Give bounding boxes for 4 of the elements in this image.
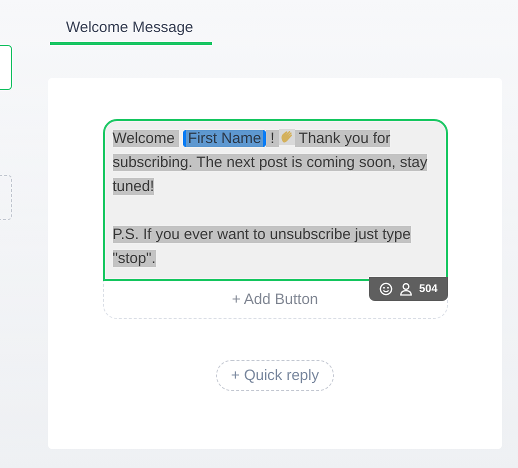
message-text: Welcome xyxy=(112,130,179,147)
subscriber-count: 504 xyxy=(419,283,438,295)
message-text: P.S. If you ever want to unsubscribe just type "stop". xyxy=(112,225,412,269)
message-text: ! xyxy=(266,130,279,147)
